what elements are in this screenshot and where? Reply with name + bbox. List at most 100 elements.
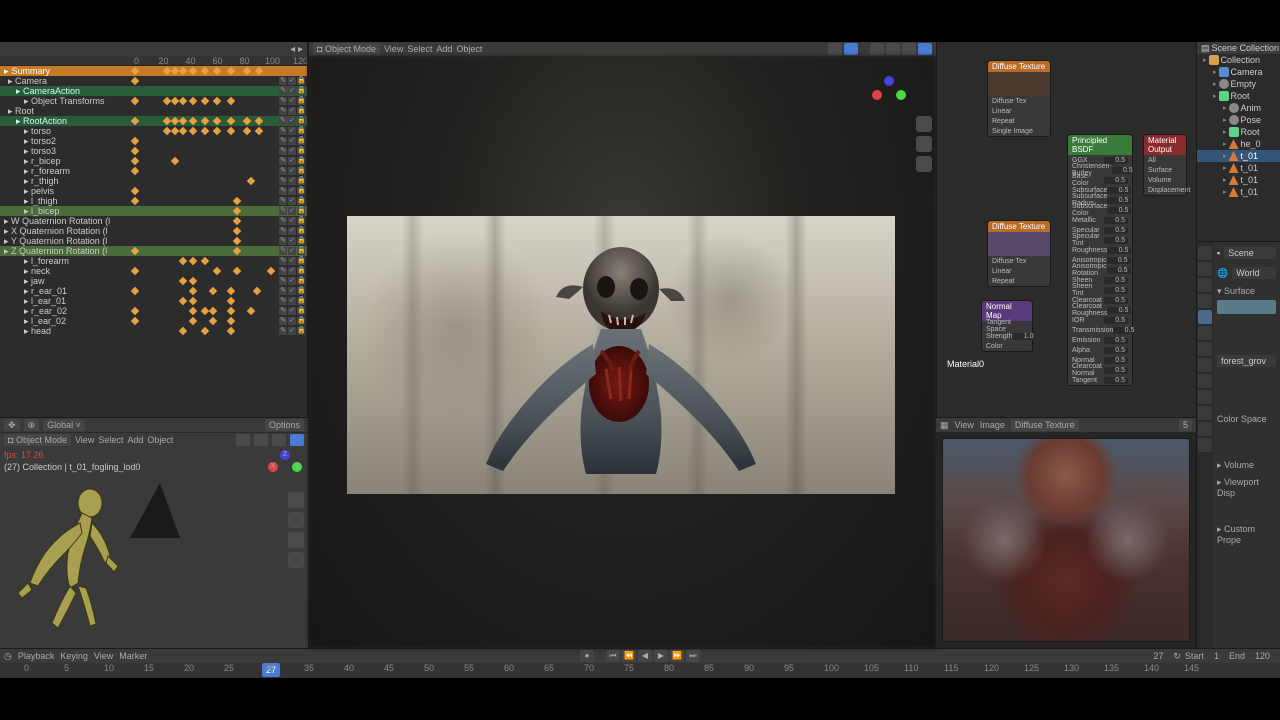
outliner-item[interactable]: ▸Anim [1197,102,1280,114]
tab-constraints[interactable] [1198,390,1212,404]
camera-icon[interactable] [288,532,304,548]
timeline-type-icon[interactable]: ◷ [4,651,12,662]
tl-menu-marker[interactable]: Marker [119,651,147,661]
volume-section[interactable]: ▸ Volume [1217,460,1276,471]
autokey-toggle[interactable]: ● [580,650,594,662]
img-menu-image[interactable]: Image [980,420,1005,430]
perspective-icon[interactable] [288,552,304,568]
orientation-dropdown[interactable]: Global ˅ [43,419,85,431]
mini-viewport-area[interactable]: fps: 17.26 (27) Collection | t_01_foglin… [0,446,308,648]
surface-color[interactable] [1217,300,1276,314]
node-image-texture-2[interactable]: Diffuse Texture Diffuse Tex Linear Repea… [987,220,1051,287]
channel-row[interactable]: ▸ CameraAction✎✓🔒 [0,86,307,96]
img-menu-view[interactable]: View [955,420,974,430]
world-hdri-name[interactable]: forest_grov [1217,355,1276,367]
outliner-item[interactable]: ▸Camera [1197,66,1280,78]
tab-output[interactable] [1198,262,1212,276]
outliner-item[interactable]: ▸Empty [1197,78,1280,90]
tab-physics[interactable] [1198,374,1212,388]
jump-end[interactable]: ⏭ [686,650,700,662]
shading-solid[interactable] [254,434,268,446]
main-menu-add[interactable]: Add [436,44,452,54]
tab-render[interactable] [1198,246,1212,260]
outliner-item[interactable]: ▸t_01 [1197,186,1280,198]
outliner-item[interactable]: ▸Root [1197,90,1280,102]
surface-section[interactable]: ▾ Surface [1217,286,1276,297]
channel-row[interactable]: ▸ neck✎✓🔒 [0,266,307,276]
main-menu-object[interactable]: Object [456,44,482,54]
channel-row[interactable]: ▸ jaw✎✓🔒 [0,276,307,286]
channel-row[interactable]: ▸ torso3✎✓🔒 [0,146,307,156]
outliner-item[interactable]: ▸Pose [1197,114,1280,126]
tab-modifiers[interactable] [1198,342,1212,356]
node-principled-bsdf[interactable]: Principled BSDF GGX0.5Christensen-Burley… [1067,134,1133,386]
cursor-icon[interactable]: ⊕ [24,419,40,431]
shading-rendered[interactable] [290,434,304,446]
tl-menu-view[interactable]: View [94,651,113,661]
tl-menu-playback[interactable]: Playback [18,651,55,661]
main-shading-matpreview[interactable] [902,43,916,55]
outliner-item[interactable]: ▸Collection [1197,54,1280,66]
current-frame-field[interactable]: 27 [1147,650,1169,662]
next-keyframe[interactable]: ⏩ [670,650,684,662]
image-slot[interactable]: 5 [1179,419,1192,431]
shader-node-editor[interactable]: Diffuse Texture Diffuse Tex Linear Repea… [936,42,1196,417]
main-zoom-icon[interactable] [916,116,932,132]
main-camera-icon[interactable] [916,156,932,172]
channel-row[interactable]: ▸ X Quaternion Rotation (l✎✓🔒 [0,226,307,236]
tab-object[interactable] [1198,326,1212,340]
main-viewport-area[interactable] [309,56,936,648]
channel-row[interactable]: ▸ r_ear_01✎✓🔒 [0,286,307,296]
main-orientation-gizmo[interactable] [872,76,906,110]
main-menu-view[interactable]: View [384,44,403,54]
outliner-item[interactable]: ▸t_01 [1197,174,1280,186]
main-shading-solid[interactable] [886,43,900,55]
channel-row[interactable]: ▸ l_thigh✎✓🔒 [0,196,307,206]
tab-world[interactable] [1198,310,1212,324]
play-reverse[interactable]: ◀ [638,650,652,662]
channel-row[interactable]: ▸ l_ear_02✎✓🔒 [0,316,307,326]
main-menu-select[interactable]: Select [407,44,432,54]
main-mode-dropdown[interactable]: ◘ Object Mode [313,43,380,55]
channel-row[interactable]: ▸ l_ear_01✎✓🔒 [0,296,307,306]
dopesheet-summary-row[interactable]: ▸Summary [0,66,307,76]
channel-row[interactable]: ▸ r_thigh✎✓🔒 [0,176,307,186]
main-shading-rendered[interactable] [918,43,932,55]
node-material-output[interactable]: Material Output All Surface Volume Displ… [1143,134,1187,196]
channel-row[interactable]: ▸ Root✎✓🔒 [0,106,307,116]
channel-row[interactable]: ▸ r_forearm✎✓🔒 [0,166,307,176]
world-selector[interactable]: World [1232,267,1276,279]
channel-row[interactable]: ▸ W Quaternion Rotation (l✎✓🔒 [0,216,307,226]
pan-icon[interactable] [288,512,304,528]
node-normal-map[interactable]: Normal Map Tangent Space Strength1.0 Col… [981,300,1033,352]
outliner-item[interactable]: ▸t_01 [1197,162,1280,174]
timeline-ruler[interactable]: 27 0510152025303540455055606570758085909… [0,663,1280,678]
play[interactable]: ▶ [654,650,668,662]
options-dropdown[interactable]: Options [265,419,304,431]
channel-row[interactable]: ▸ Z Quaternion Rotation (l✎✓🔒 [0,246,307,256]
tl-menu-keying[interactable]: Keying [60,651,88,661]
shading-wireframe[interactable] [236,434,250,446]
channel-row[interactable]: ▸ Object Transforms✎✓🔒 [0,96,307,106]
channel-row[interactable]: ▸ r_ear_02✎✓🔒 [0,306,307,316]
orientation-gizmo[interactable]: X Y Z [268,450,302,484]
uv-texture-view[interactable] [936,432,1196,648]
image-name-field[interactable]: Diffuse Texture [1011,419,1079,431]
jump-start[interactable]: ⏮ [606,650,620,662]
menu-object[interactable]: Object [147,435,173,445]
channel-row[interactable]: ▸ RootAction✎✓🔒 [0,116,307,126]
channel-row[interactable]: ▸ pelvis✎✓🔒 [0,186,307,196]
tab-viewlayer[interactable] [1198,278,1212,292]
mode-dropdown[interactable]: ◘ Object Mode [4,434,71,446]
channel-row[interactable]: ▸ l_forearm✎✓🔒 [0,256,307,266]
outliner-item[interactable]: ▸Root [1197,126,1280,138]
tab-data[interactable] [1198,406,1212,420]
zoom-icon[interactable] [288,492,304,508]
img-editor-type-icon[interactable]: ▦ [940,420,949,431]
scene-selector[interactable]: Scene [1224,247,1276,259]
channel-row[interactable]: ▸ Camera✎✓🔒 [0,76,307,86]
outliner-item[interactable]: ▸he_0 [1197,138,1280,150]
dopesheet-frame-ruler[interactable]: 020406080100120 [0,56,307,66]
tab-material[interactable] [1198,422,1212,436]
channel-row[interactable]: ▸ Y Quaternion Rotation (l✎✓🔒 [0,236,307,246]
